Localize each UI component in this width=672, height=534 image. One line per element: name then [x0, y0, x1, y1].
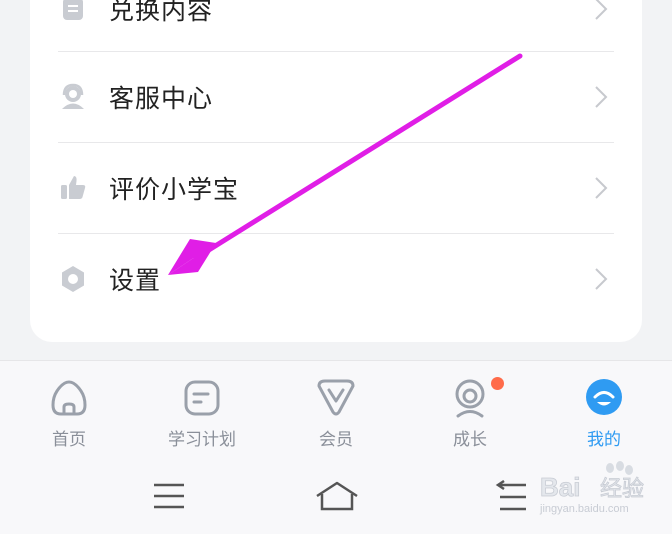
bottom-tab-bar: 首页 学习计划 会员 成长 我的	[0, 360, 672, 461]
tab-label: 学习计划	[168, 430, 236, 450]
tab-home[interactable]: 首页	[14, 377, 124, 457]
tab-label: 成长	[453, 430, 487, 450]
tab-label: 我的	[587, 430, 621, 450]
menu-icon[interactable]	[152, 482, 186, 510]
tab-vip[interactable]: 会员	[281, 377, 391, 457]
study-plan-icon	[184, 380, 220, 416]
tab-growth[interactable]: 成长	[415, 377, 525, 457]
home-icon	[51, 380, 87, 416]
tab-label: 首页	[52, 430, 86, 450]
notification-badge	[491, 377, 504, 390]
growth-icon	[455, 379, 485, 418]
tab-label: 会员	[319, 430, 353, 450]
system-navigation-bar	[0, 460, 672, 534]
vip-icon	[317, 379, 355, 416]
home-icon[interactable]	[314, 480, 360, 512]
tab-study-plan[interactable]: 学习计划	[147, 377, 257, 457]
tab-mine[interactable]: 我的	[549, 377, 659, 457]
mine-icon	[586, 379, 622, 415]
back-icon[interactable]	[494, 480, 530, 512]
